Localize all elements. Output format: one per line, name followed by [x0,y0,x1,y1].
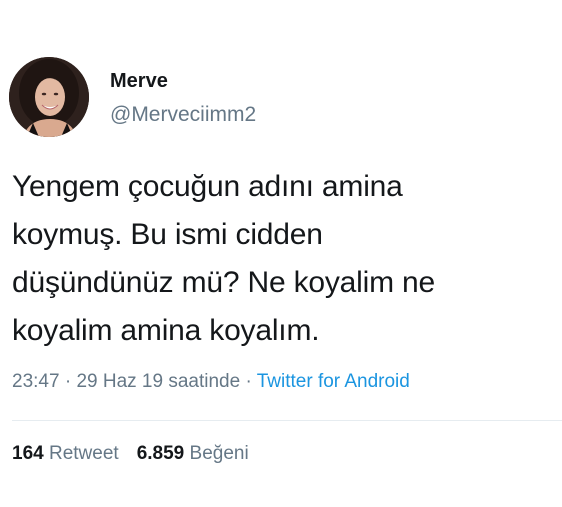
retweets-stat[interactable]: 164 Retweet [12,443,119,465]
divider [12,420,562,421]
avatar[interactable] [9,57,89,137]
tweet-date[interactable]: 29 Haz 19 saatinde [76,371,240,392]
tweet-card: Merve @Merveciimm2 Yengem çocuğun adını … [0,0,562,507]
likes-count: 6.859 [136,443,185,464]
separator-dot: · [245,371,252,392]
likes-label: Beğeni [189,443,249,464]
retweets-label: Retweet [48,443,119,464]
separator-dot: · [64,371,72,392]
user-handle[interactable]: @Merveciimm2 [110,103,256,127]
display-name[interactable]: Merve [110,70,168,93]
tweet-meta: 23:47 · 29 Haz 19 saatinde · Twitter for… [12,371,562,393]
retweets-count: 164 [12,443,44,464]
avatar-photo [9,57,89,137]
tweet-line: koyalim amina koyalım. [12,314,320,347]
likes-stat[interactable]: 6.859 Beğeni [137,443,249,465]
tweet-text: Yengem çocuğun adını amina koymuş. Bu is… [12,163,557,355]
tweet-stats: 164 Retweet 6.859 Beğeni [12,443,249,465]
tweet-time[interactable]: 23:47 [12,371,60,392]
tweet-source-link[interactable]: Twitter for Android [257,371,410,392]
tweet-line: koymuş. Bu ismi cidden [12,218,323,251]
tweet-line: Yengem çocuğun adını amina [12,170,403,203]
tweet-line: düşündünüz mü? Ne koyalim ne [12,266,435,299]
